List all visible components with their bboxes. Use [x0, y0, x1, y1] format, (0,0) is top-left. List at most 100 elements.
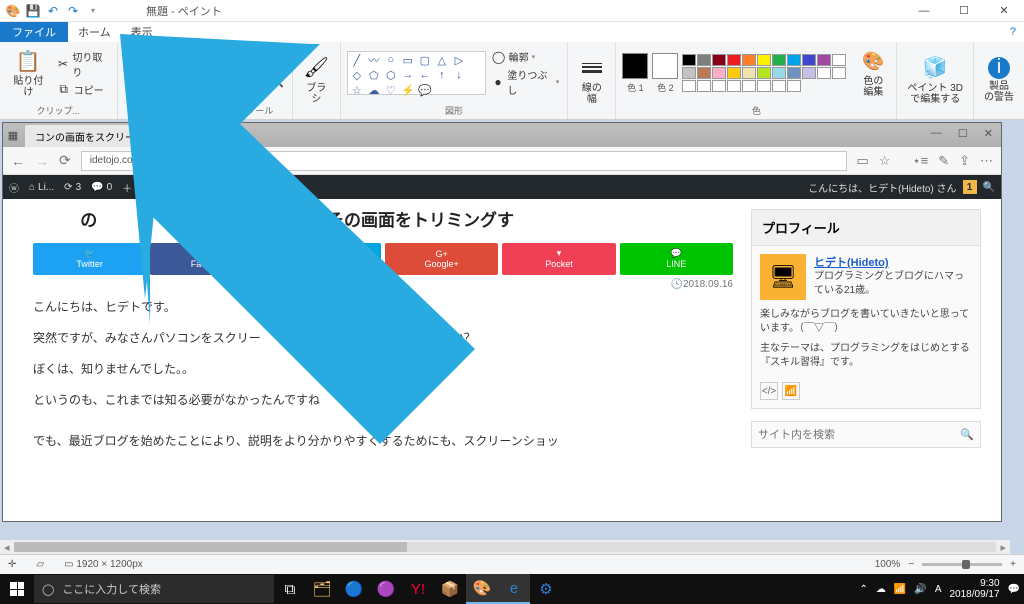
color2-button[interactable]: 色 2 [652, 53, 678, 94]
color-swatch[interactable] [742, 80, 756, 92]
new-tab-button[interactable]: ＋ [169, 123, 196, 147]
zoom-slider[interactable] [922, 563, 1002, 566]
eraser-icon[interactable]: ◧ [234, 74, 248, 88]
wp-updates[interactable]: ⟳ 3 [64, 182, 81, 193]
line-button[interactable]: 💬LINE [620, 243, 733, 275]
browser-tab[interactable]: コンの画面をスクリーン ✕ [25, 125, 169, 147]
wp-greeting[interactable]: こんにちは、ヒデト(Hideto) さん [808, 180, 956, 195]
color-swatch[interactable] [757, 80, 771, 92]
wp-edit-post[interactable]: ✎ 投稿の編集 [165, 180, 226, 195]
color-swatch[interactable] [697, 54, 711, 66]
search-icon[interactable]: 🔍 [960, 428, 974, 441]
notes-icon[interactable]: ✎ [938, 153, 949, 169]
color-swatch[interactable] [787, 80, 801, 92]
color-swatch[interactable] [787, 67, 801, 79]
more-icon[interactable]: ⋯ [980, 153, 993, 169]
wifi-icon[interactable]: 📶 [894, 584, 906, 595]
settings-icon[interactable]: ⚙ [530, 574, 562, 604]
color-swatch[interactable] [682, 67, 696, 79]
hub-fav-icon[interactable]: ⋆≡ [912, 153, 928, 169]
select-button[interactable]: 選択 [124, 69, 154, 102]
view-tab[interactable]: 表示 [121, 22, 163, 42]
back-icon[interactable]: ← [11, 153, 25, 169]
wp-comments[interactable]: 💬 0 [91, 182, 112, 193]
wp-site-link[interactable]: ⌂ Li... [29, 182, 54, 193]
wp-notifications[interactable]: 1 [963, 180, 977, 194]
color-swatch[interactable] [832, 67, 846, 79]
color-swatch[interactable] [742, 67, 756, 79]
discord-icon[interactable]: 🟣 [370, 574, 402, 604]
gplus-button[interactable]: G+Google+ [385, 243, 498, 275]
wp-admin-menu[interactable]: 管理メニュー [237, 180, 297, 195]
color1-button[interactable]: 色 1 [622, 53, 648, 94]
color-swatch[interactable] [787, 54, 801, 66]
ime-icon[interactable]: A [935, 584, 942, 595]
close-tab-icon[interactable]: ✕ [151, 131, 159, 142]
edge-minimize-icon[interactable]: — [923, 123, 950, 147]
shapes-gallery[interactable]: ╱〰○▭▢△▷◇ ⬠⬡→←↑↓☆☁ ♡⚡💬 [347, 51, 486, 95]
taskbar-search[interactable]: ◯ここに入力して検索 [34, 575, 274, 603]
color-swatch[interactable] [772, 54, 786, 66]
wp-logo-icon[interactable]: ⓦ [9, 180, 19, 195]
color-swatch[interactable] [682, 80, 696, 92]
explorer-icon[interactable]: 🗂 [306, 574, 338, 604]
tabs-menu-icon[interactable]: ∨ [196, 123, 219, 147]
favorite-icon[interactable]: ☆ [879, 153, 891, 169]
color-swatch[interactable] [817, 54, 831, 66]
color-swatch[interactable] [697, 67, 711, 79]
edge-maximize-icon[interactable]: ☐ [950, 123, 976, 147]
undo-icon[interactable]: ↶ [44, 2, 62, 20]
h-scrollbar[interactable]: ◂ ▸ [0, 540, 1010, 554]
color-swatch[interactable] [712, 80, 726, 92]
color-swatch[interactable] [727, 54, 741, 66]
qat-dropdown-icon[interactable]: ▾ [84, 2, 102, 20]
color-swatch[interactable] [712, 67, 726, 79]
text-icon[interactable]: A [270, 58, 284, 72]
color-swatch[interactable] [817, 67, 831, 79]
canvas[interactable]: ▦ コンの画面をスクリーン ✕ ＋ ∨ — ☐ ✕ ← → ⟳ idetojo.… [2, 122, 1002, 522]
color-swatch[interactable] [757, 67, 771, 79]
home-tab[interactable]: ホーム [68, 22, 121, 42]
vbox-icon[interactable]: 📦 [434, 574, 466, 604]
forward-icon[interactable]: → [35, 153, 49, 169]
volume-icon[interactable]: 🔊 [914, 584, 926, 595]
alerts-button[interactable]: i 製品 の警告 [980, 55, 1018, 105]
color-swatch[interactable] [742, 54, 756, 66]
color-swatch[interactable] [712, 54, 726, 66]
zoom-icon[interactable]: 🔍 [270, 74, 284, 88]
code-icon[interactable]: </> [760, 382, 778, 400]
outline-button[interactable]: ◯輪郭▾ [490, 48, 562, 65]
yahoo-icon[interactable]: Y! [402, 574, 434, 604]
fill-shape-button[interactable]: ●塗りつぶし▾ [490, 66, 562, 98]
trim-button[interactable]: ▣トリミング [158, 44, 221, 76]
resize-button[interactable]: ⤢サイズ変更 [158, 77, 221, 109]
redo-icon[interactable]: ↷ [64, 2, 82, 20]
brush-button[interactable]: 🖌 ブラシ [299, 53, 334, 107]
refresh-icon[interactable]: ⟳ [59, 152, 71, 169]
paint-icon[interactable]: 🎨 [466, 574, 498, 604]
start-button[interactable] [0, 574, 34, 604]
color-swatch[interactable] [727, 80, 741, 92]
color-swatch[interactable] [757, 54, 771, 66]
save-icon[interactable]: 💾 [24, 2, 42, 20]
edge-close-icon[interactable]: ✕ [976, 123, 1001, 147]
picker-icon[interactable]: 💧 [252, 74, 266, 88]
profile-name-link[interactable]: ヒデト(Hideto) [814, 254, 972, 270]
pencil-icon[interactable]: ✏ [234, 58, 248, 72]
zoom-in-button[interactable]: + [1010, 559, 1016, 570]
color-swatch[interactable] [832, 54, 846, 66]
cut-button[interactable]: ✂切り取り [55, 48, 111, 80]
paint3d-button[interactable]: 🧊 ペイント 3D で編集する [903, 53, 967, 107]
onedrive-icon[interactable]: ☁ [876, 584, 886, 595]
action-center-icon[interactable]: 💬 [1008, 584, 1020, 595]
line-width-button[interactable]: 線の幅 [574, 53, 609, 107]
hatena-button[interactable]: B! [268, 243, 381, 275]
copy-button[interactable]: ⧉コピー [55, 81, 111, 98]
tray-up-icon[interactable]: ⌃ [860, 584, 868, 595]
zoom-out-button[interactable]: − [908, 559, 914, 570]
color-swatch[interactable] [682, 54, 696, 66]
search-icon[interactable]: 🔍 [983, 182, 995, 193]
edit-colors-button[interactable]: 🎨 色の 編集 [856, 46, 890, 100]
task-view-icon[interactable]: ⧉ [274, 574, 306, 604]
pocket-button[interactable]: ▾Pocket [502, 243, 615, 275]
